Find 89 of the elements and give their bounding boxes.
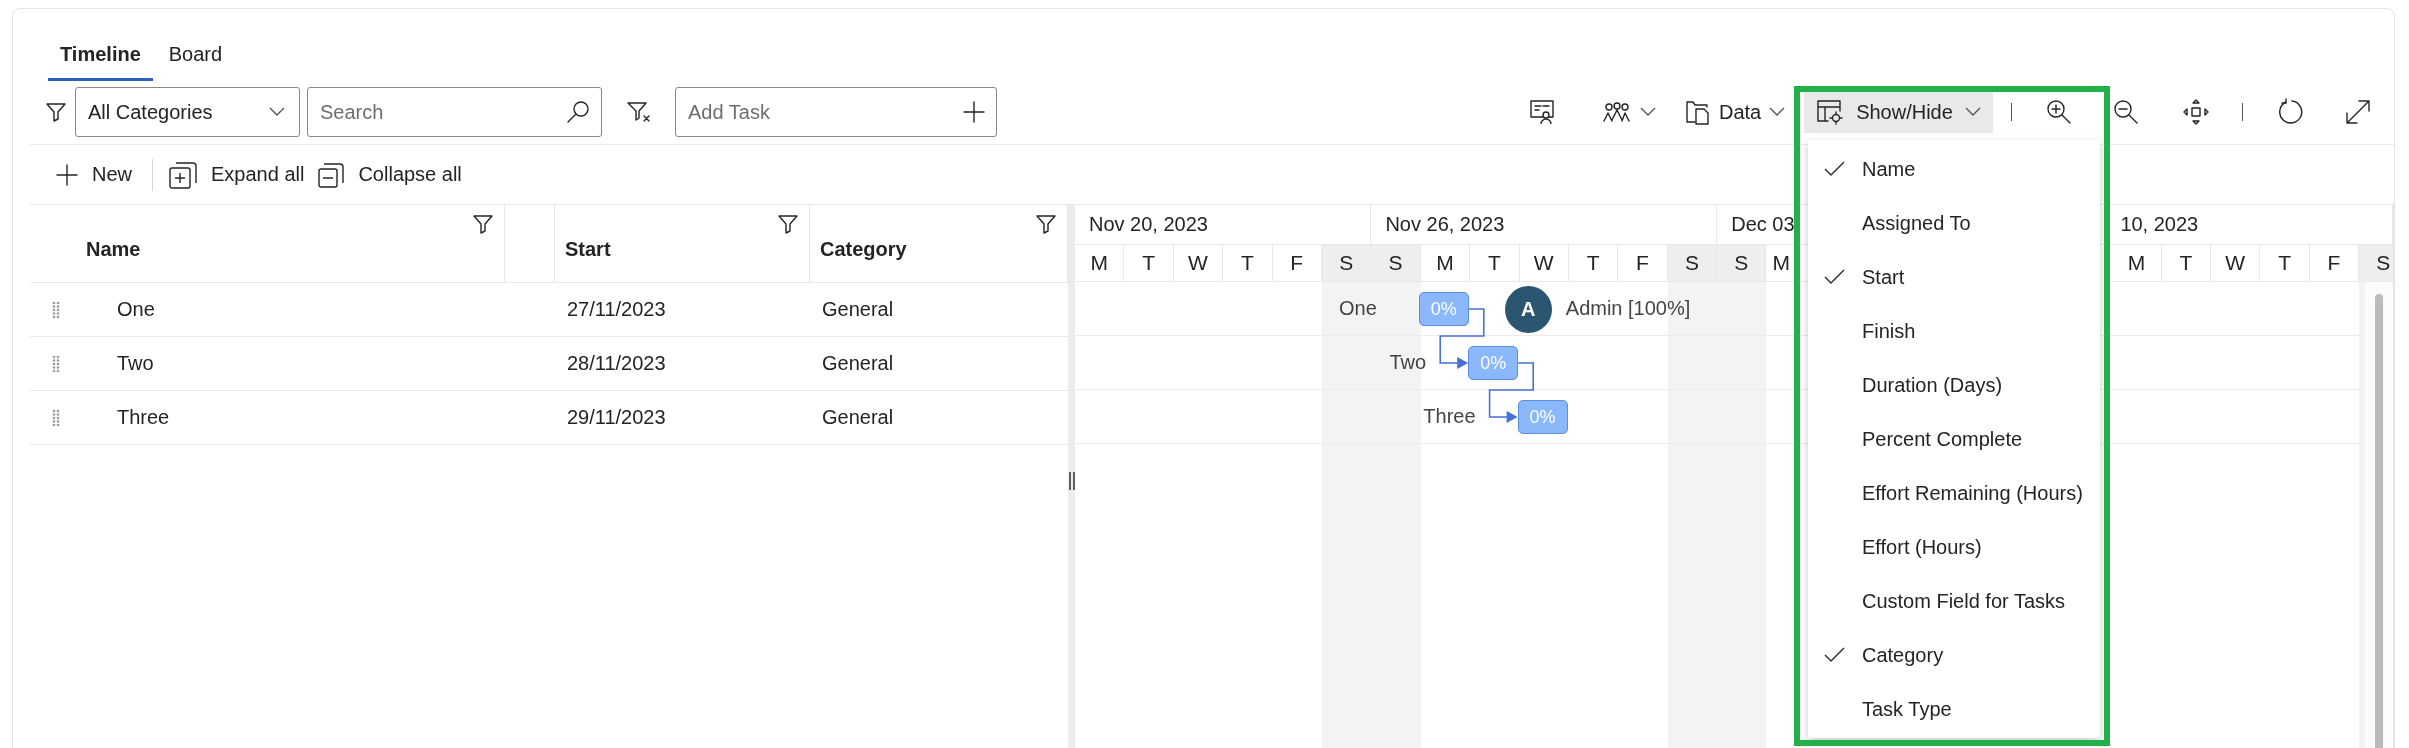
task-name: Three (117, 406, 170, 428)
start-date: 28/11/2023 (567, 352, 666, 374)
week-label: 10, 2023 (2120, 213, 2199, 236)
check-icon (1824, 269, 1845, 285)
day-label: F (1272, 245, 1322, 282)
day-label: M (2112, 245, 2162, 282)
tab[interactable]: Timeline (48, 37, 153, 81)
day-label: W (1173, 245, 1224, 282)
scrollbar-thumb[interactable] (2375, 294, 2383, 748)
fit-to-screen-icon[interactable] (2183, 99, 2209, 125)
day-label: T (2260, 245, 2310, 282)
task-label: Three (1423, 405, 1476, 428)
column-header[interactable]: Name (30, 205, 505, 282)
tab[interactable]: Board (156, 37, 235, 81)
day-label: T (1568, 245, 1619, 282)
menu-item[interactable]: Effort (Hours) (1808, 520, 2100, 574)
new-button[interactable]: New (56, 163, 146, 186)
category-value: General (822, 352, 894, 374)
week-label: Nov 20, 2023 (1089, 213, 1208, 236)
expand-button[interactable]: Expand all (169, 160, 319, 189)
day-label: W (2211, 245, 2261, 282)
data-button[interactable]: Data (1685, 99, 1788, 125)
category-value: General (822, 298, 894, 320)
chevron-down-icon (1640, 107, 1656, 117)
assignee-name: Admin [100%] (1565, 297, 1691, 320)
menu-item[interactable]: Name (1808, 142, 2100, 196)
column-header[interactable]: Start (555, 205, 810, 282)
check-icon (1824, 647, 1845, 663)
menu-item[interactable]: Percent Complete (1808, 412, 2100, 466)
week-label: Nov 26, 2023 (1385, 213, 1505, 236)
day-label: S (2359, 245, 2393, 282)
day-label: T (2161, 245, 2211, 282)
drag-handle-icon[interactable] (52, 354, 60, 373)
zoom-in-icon[interactable] (2046, 99, 2072, 125)
day-label: T (1470, 245, 1520, 282)
day-label: S (1371, 245, 1421, 282)
menu-item[interactable]: Duration (Days) (1808, 358, 2100, 412)
show-hide-button[interactable]: Show/Hide (1804, 91, 1993, 133)
task-name: Two (117, 352, 154, 374)
category-dropdown[interactable]: All Categories (75, 87, 300, 137)
check-icon (1824, 161, 1845, 177)
plus-icon[interactable] (963, 101, 985, 123)
grip-icon (1068, 472, 1075, 490)
collapse-button[interactable]: Collapse all (318, 161, 476, 188)
zoom-out-icon[interactable] (2113, 99, 2139, 125)
people-icon[interactable] (1602, 101, 1632, 123)
filter-icon[interactable] (1035, 213, 1057, 235)
week-label: Dec 03 (1731, 213, 1795, 236)
chevron-down-icon (1769, 107, 1786, 117)
collapse-all-icon (318, 161, 345, 188)
day-label: S (1667, 245, 1718, 282)
task-label: One (1339, 297, 1377, 320)
search-field[interactable]: Search (307, 87, 602, 137)
menu-item[interactable]: Task Type (1808, 682, 2100, 736)
start-date: 29/11/2023 (567, 406, 666, 428)
documents-icon (1685, 99, 1711, 125)
day-label: M (1075, 245, 1125, 282)
add-task-field[interactable]: Add Task (675, 87, 997, 137)
plus-icon (56, 163, 78, 186)
team-chart-icon[interactable] (1529, 99, 1557, 125)
menu-item[interactable]: Category (1808, 628, 2100, 682)
task-name: One (117, 298, 155, 320)
avatar: A (1504, 286, 1552, 333)
chevron-down-icon (269, 107, 285, 117)
day-label: S (1717, 245, 1767, 282)
expand-icon[interactable] (2345, 99, 2371, 125)
start-date: 27/11/2023 (567, 298, 666, 320)
menu-item[interactable]: Effort Remaining (Hours) (1808, 466, 2100, 520)
filter-icon[interactable] (472, 213, 494, 235)
table-settings-icon (1816, 99, 1844, 125)
filter-icon[interactable] (777, 213, 799, 235)
category-value: General (822, 406, 894, 428)
menu-item[interactable]: Custom Field for Tasks (1808, 574, 2100, 628)
expand-all-icon (169, 160, 197, 189)
clear-filter-icon[interactable] (626, 100, 652, 124)
search-icon[interactable] (566, 100, 590, 124)
task-label: Two (1389, 351, 1427, 374)
day-label: T (1124, 245, 1174, 282)
drag-handle-icon[interactable] (52, 408, 60, 427)
day-label: S (1321, 245, 1372, 282)
filter-icon (45, 101, 67, 123)
refresh-icon[interactable] (2277, 98, 2305, 126)
menu-item[interactable]: Finish (1808, 304, 2100, 358)
day-label: W (1519, 245, 1569, 282)
day-label: T (1223, 245, 1273, 282)
chevron-down-icon (1965, 107, 1981, 117)
day-label: M (1420, 245, 1471, 282)
drag-handle-icon[interactable] (52, 300, 60, 319)
day-label: F (1618, 245, 1668, 282)
